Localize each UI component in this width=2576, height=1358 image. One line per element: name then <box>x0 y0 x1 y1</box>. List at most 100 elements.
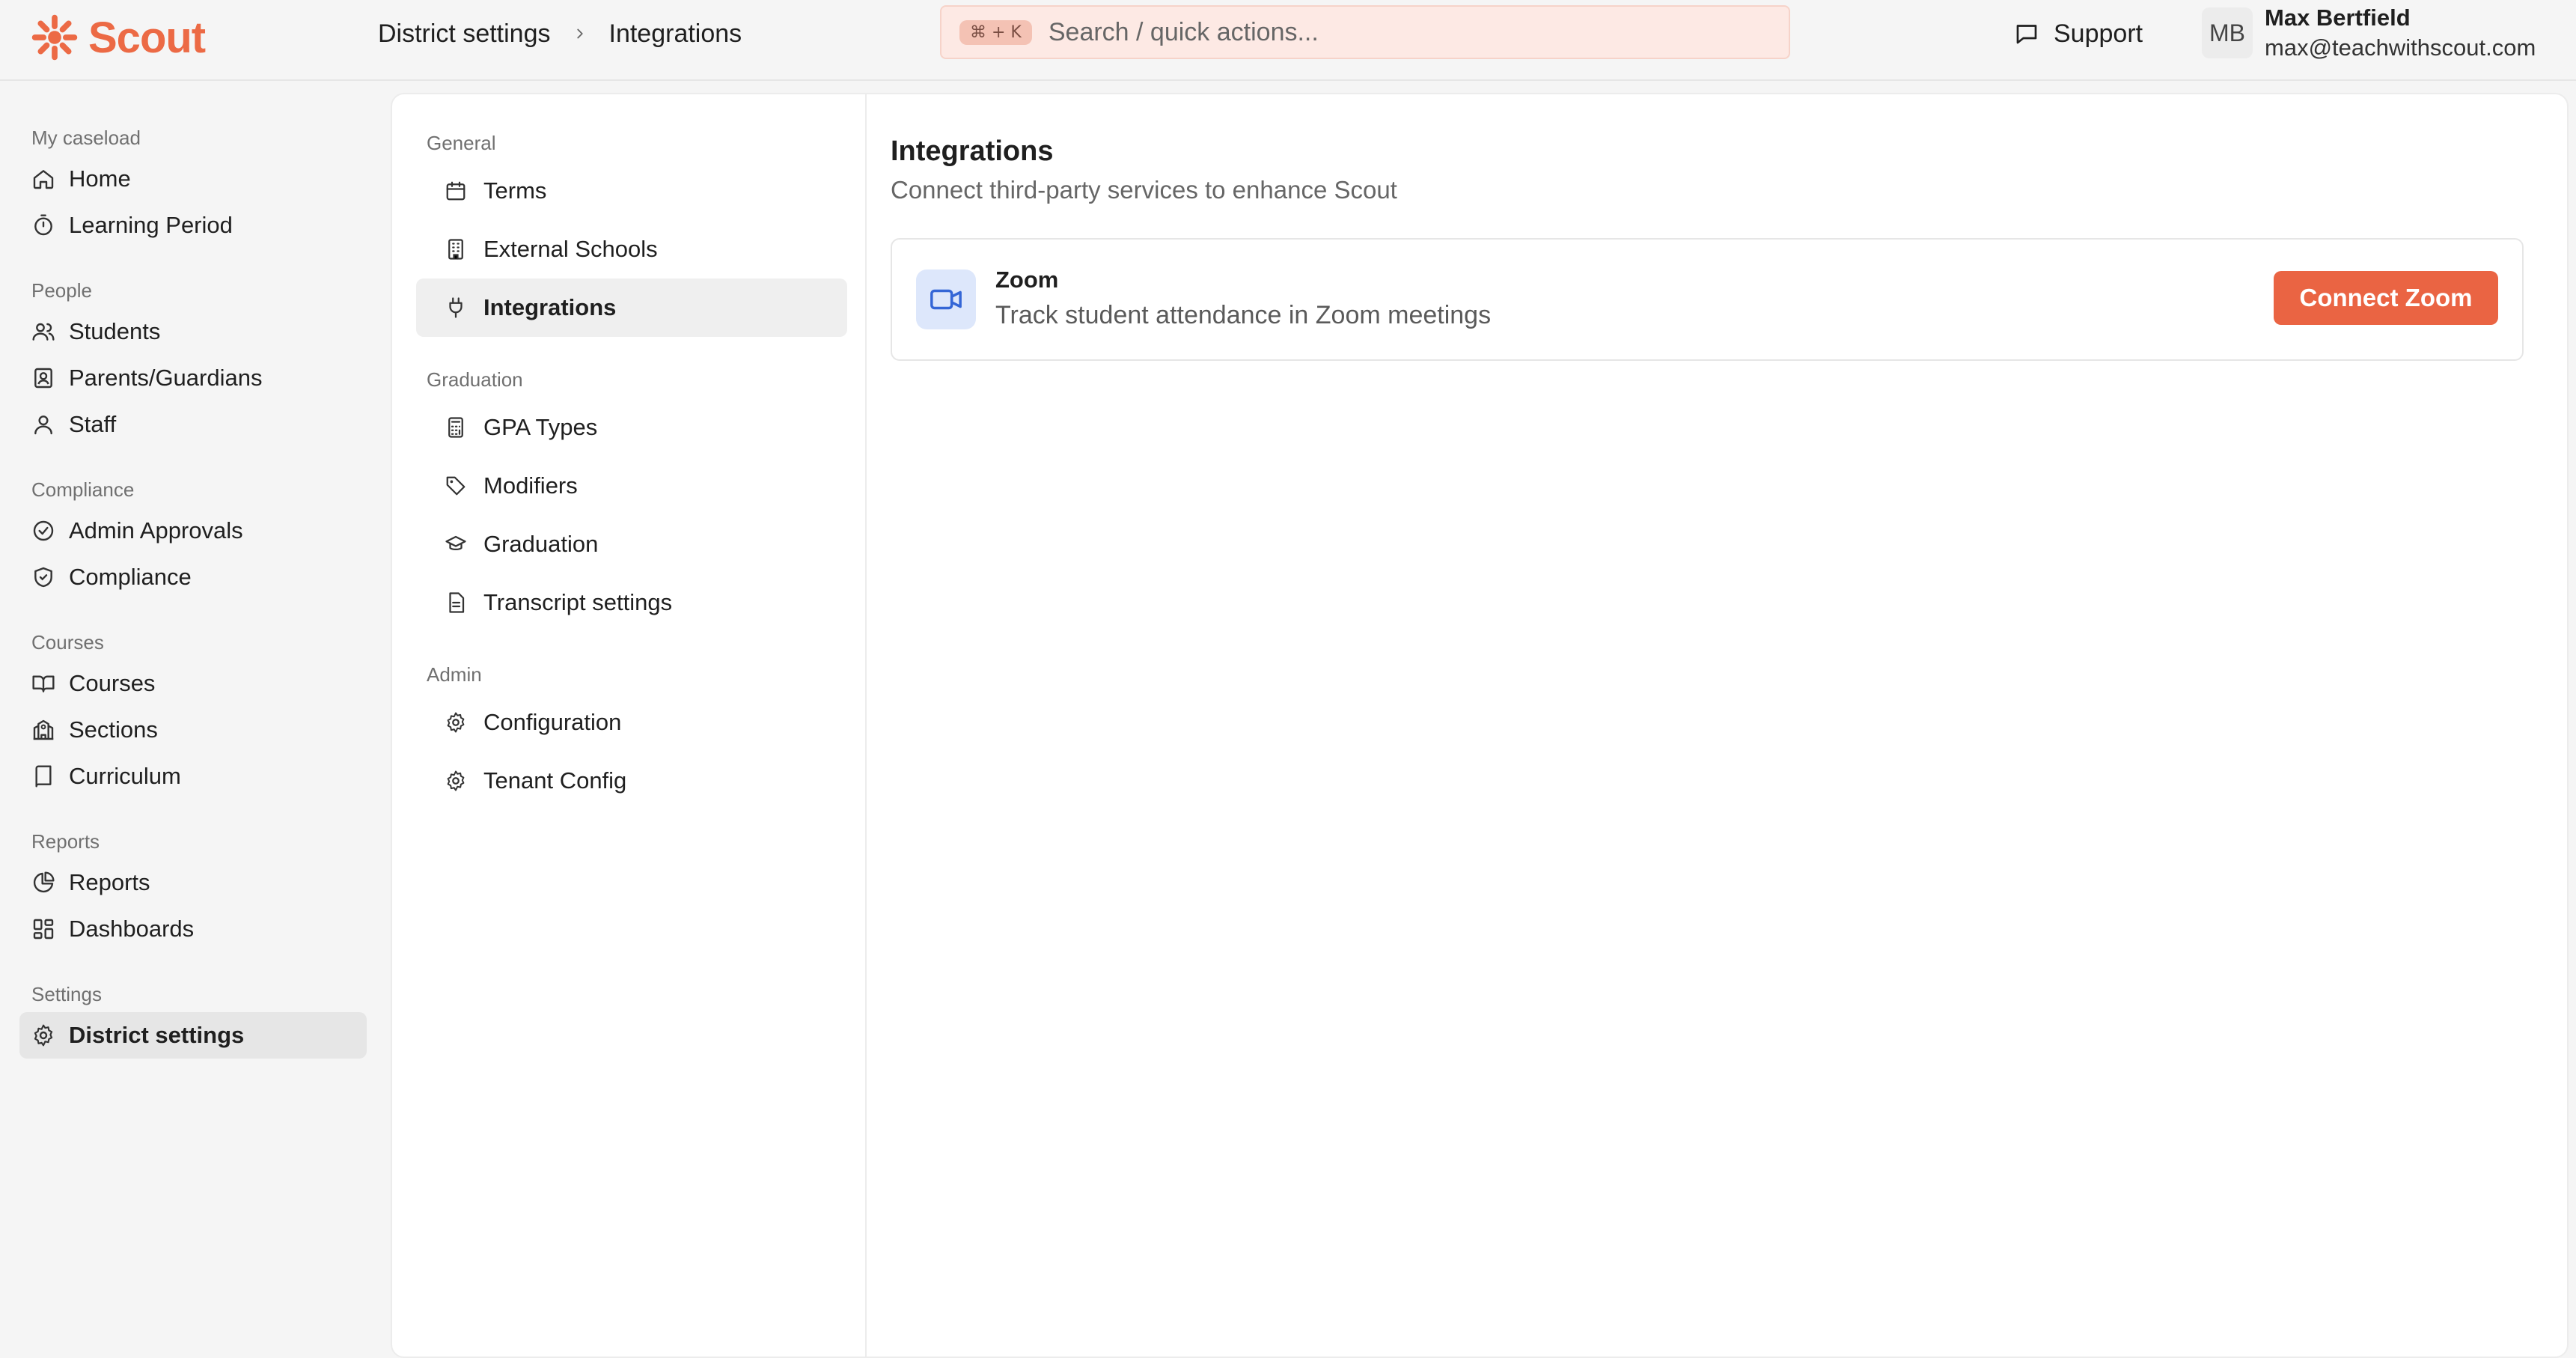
users-icon <box>32 323 55 341</box>
tag-icon <box>446 476 466 496</box>
sidebar-item-home[interactable]: Home <box>19 156 367 202</box>
book-icon <box>35 765 52 788</box>
settings-item-label: Modifiers <box>483 472 578 499</box>
sidebar-item-label: Admin Approvals <box>69 517 243 543</box>
sidebar-section-my-caseload: My caseload <box>31 127 141 149</box>
gear-icon <box>447 712 465 733</box>
sidebar-item-learning-period[interactable]: Learning Period <box>19 202 367 249</box>
settings-section-graduation: Graduation <box>427 368 523 391</box>
scout-logo[interactable]: Scout <box>30 7 206 67</box>
gear-icon <box>447 770 465 791</box>
avatar: MB <box>2202 7 2253 58</box>
gear-icon <box>34 1024 53 1047</box>
settings-nav: General Terms External Schools Integrati… <box>392 94 867 1357</box>
sidebar-item-label: Sections <box>69 716 158 743</box>
integration-card-zoom: Zoom Track student attendance in Zoom me… <box>891 238 2524 361</box>
settings-item-label: Terms <box>483 177 547 204</box>
page-subtitle: Connect third-party services to enhance … <box>891 176 1397 204</box>
settings-item-label: Transcript settings <box>483 589 673 615</box>
video-icon <box>930 289 962 310</box>
user-menu[interactable]: MB Max Bertfield max@teachwithscout.com <box>2202 1 2536 64</box>
settings-item-external-schools[interactable]: External Schools <box>416 220 847 278</box>
book-open-icon <box>32 675 55 692</box>
sidebar-item-label: Staff <box>69 411 117 437</box>
brand-name: Scout <box>88 13 206 62</box>
settings-item-integrations[interactable]: Integrations <box>416 278 847 337</box>
user-icon <box>34 415 52 435</box>
top-bar: Scout District settings Integrations ⌘ +… <box>0 0 2576 81</box>
shortcut-badge: ⌘ + K <box>959 19 1032 45</box>
sidebar-item-courses[interactable]: Courses <box>19 660 367 707</box>
settings-item-label: Graduation <box>483 531 599 557</box>
sidebar-item-students[interactable]: Students <box>19 308 367 355</box>
settings-section-admin: Admin <box>427 663 482 686</box>
main-panel: General Terms External Schools Integrati… <box>391 93 2569 1358</box>
connect-zoom-button[interactable]: Connect Zoom <box>2274 271 2498 325</box>
sidebar-item-curriculum[interactable]: Curriculum <box>19 753 367 800</box>
search-bar[interactable]: ⌘ + K <box>940 5 1790 59</box>
sidebar-item-label: Learning Period <box>69 212 233 238</box>
breadcrumb: District settings Integrations <box>378 16 742 51</box>
message-square-icon <box>2016 25 2037 44</box>
sidebar-section-settings: Settings <box>31 983 102 1005</box>
sidebar-item-district-settings[interactable]: District settings <box>19 1012 367 1059</box>
support-label: Support <box>2054 19 2143 48</box>
school-icon <box>33 719 54 740</box>
sidebar-item-label: Compliance <box>69 564 192 590</box>
check-circle-icon <box>33 520 54 541</box>
sidebar-item-dashboards[interactable]: Dashboards <box>19 906 367 952</box>
sidebar-item-admin-approvals[interactable]: Admin Approvals <box>19 508 367 554</box>
settings-item-label: GPA Types <box>483 414 598 440</box>
sidebar-section-courses: Courses <box>31 631 104 654</box>
calendar-icon <box>446 181 466 201</box>
sidebar-item-compliance[interactable]: Compliance <box>19 554 367 600</box>
settings-item-terms[interactable]: Terms <box>416 162 847 220</box>
sidebar-item-label: Students <box>69 318 161 344</box>
chevron-right-icon <box>576 28 583 39</box>
settings-item-configuration[interactable]: Configuration <box>416 693 847 752</box>
settings-item-transcript-settings[interactable]: Transcript settings <box>416 573 847 632</box>
user-name: Max Bertfield <box>2265 4 2411 31</box>
zoom-icon-tile <box>916 270 976 329</box>
page-title: Integrations <box>891 136 1054 167</box>
sidebar-section-people: People <box>31 279 92 302</box>
settings-section-general: General <box>427 132 496 154</box>
building-icon <box>448 239 463 260</box>
support-button[interactable]: Support <box>2013 15 2143 52</box>
sidebar-item-label: Courses <box>69 670 156 696</box>
search-input[interactable] <box>1046 16 1789 48</box>
graduation-cap-icon <box>445 535 466 550</box>
sidebar-item-sections[interactable]: Sections <box>19 707 367 753</box>
timer-icon <box>34 214 52 236</box>
sidebar-section-reports: Reports <box>31 830 100 853</box>
sidebar-item-label: Dashboards <box>69 916 195 942</box>
shield-check-icon <box>34 567 52 588</box>
integrations-content: Integrations Connect third-party service… <box>891 133 2537 361</box>
settings-item-graduation[interactable]: Graduation <box>416 515 847 573</box>
settings-item-label: External Schools <box>483 236 658 262</box>
sidebar-item-label: Reports <box>69 869 150 895</box>
pie-chart-icon <box>33 871 55 893</box>
contact-icon <box>34 368 52 389</box>
sidebar-item-staff[interactable]: Staff <box>19 401 367 448</box>
integration-name: Zoom <box>995 267 1059 293</box>
settings-item-label: Integrations <box>483 294 617 320</box>
sidebar-item-label: District settings <box>69 1022 245 1048</box>
settings-item-gpa-types[interactable]: GPA Types <box>416 398 847 457</box>
sidebar-item-label: Curriculum <box>69 763 181 789</box>
layout-dashboard-icon <box>33 919 54 940</box>
sidebar-item-label: Home <box>69 165 131 192</box>
breadcrumb-integrations[interactable]: Integrations <box>609 19 742 49</box>
plug-icon <box>449 297 463 318</box>
settings-item-modifiers[interactable]: Modifiers <box>416 457 847 515</box>
calculator-icon <box>448 417 463 438</box>
settings-item-label: Tenant Config <box>483 767 627 794</box>
settings-item-tenant-config[interactable]: Tenant Config <box>416 752 847 810</box>
sidebar-item-label: Parents/Guardians <box>69 365 263 391</box>
sidebar-item-reports[interactable]: Reports <box>19 859 367 906</box>
home-icon <box>33 170 54 189</box>
scout-logo-icon <box>31 14 78 61</box>
breadcrumb-district-settings[interactable]: District settings <box>378 19 551 49</box>
sidebar-item-parents-guardians[interactable]: Parents/Guardians <box>19 355 367 401</box>
file-text-icon <box>449 592 465 613</box>
